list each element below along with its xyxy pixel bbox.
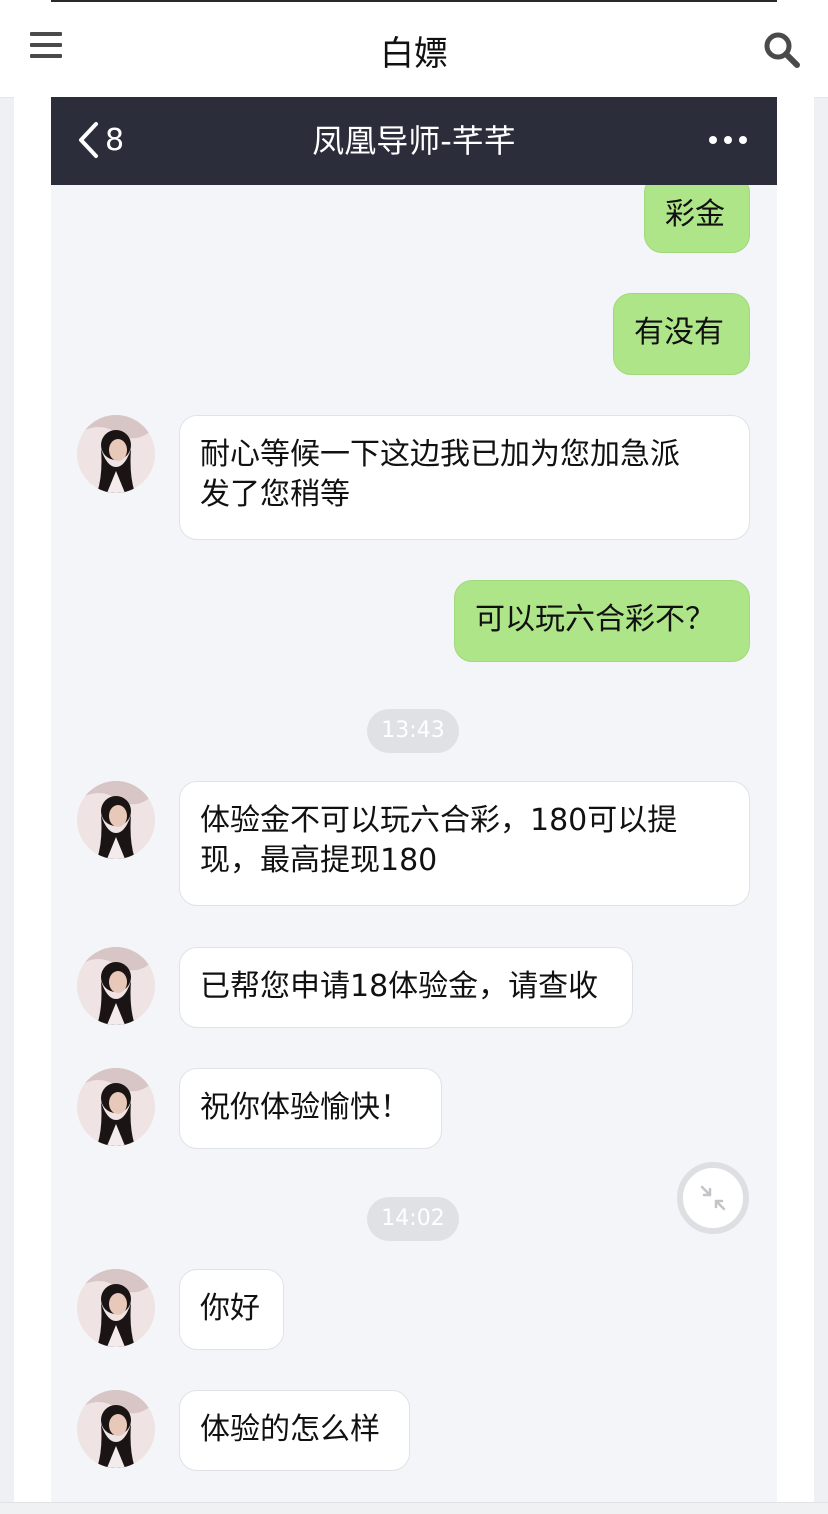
message-outgoing: 可以玩六合彩不？ [454, 580, 750, 662]
collapse-button[interactable] [677, 1162, 749, 1234]
search-icon[interactable] [762, 30, 802, 70]
back-button[interactable]: 8 [77, 115, 124, 165]
avatar[interactable] [77, 415, 155, 493]
avatar[interactable] [77, 781, 155, 859]
collapse-icon [700, 1185, 726, 1211]
message-incoming: 耐心等候一下这边我已加为您加急派 发了您稍等 [179, 415, 750, 540]
left-margin-panel [14, 97, 51, 1502]
message-outgoing: 彩金 [644, 185, 750, 253]
top-navigation-bar: 白嫖 [0, 0, 828, 98]
site-title: 白嫖 [380, 34, 448, 74]
chat-messages[interactable]: 彩金 有没有 耐心等候一下这边我已加为您加急派 发了您稍等 可以玩六合彩不？ 1… [51, 185, 777, 1502]
timestamp: 14:02 [367, 1197, 459, 1241]
chat-title: 凤凰导师-芊芊 [312, 122, 516, 160]
timestamp: 13:43 [367, 709, 459, 753]
message-incoming: 你好 [179, 1269, 284, 1350]
right-margin-panel [777, 97, 814, 1502]
back-chevron-icon [79, 122, 98, 158]
message-incoming: 体验的怎么样 [179, 1390, 410, 1471]
avatar[interactable] [77, 1068, 155, 1146]
top-divider [51, 0, 777, 2]
message-incoming: 体验金不可以玩六合彩，180可以提 现，最高提现180 [179, 781, 750, 906]
message-incoming: 已帮您申请18体验金，请查收 [179, 947, 633, 1028]
message-outgoing: 有没有 [613, 293, 750, 375]
avatar[interactable] [77, 1390, 155, 1468]
avatar[interactable] [77, 947, 155, 1025]
avatar[interactable] [77, 1269, 155, 1347]
message-incoming: 祝你体验愉快！ [179, 1068, 442, 1149]
unread-count: 8 [105, 122, 125, 158]
chat-header: 8 凤凰导师-芊芊 [51, 97, 777, 185]
more-icon[interactable] [709, 129, 747, 151]
bottom-bar [0, 1502, 828, 1514]
